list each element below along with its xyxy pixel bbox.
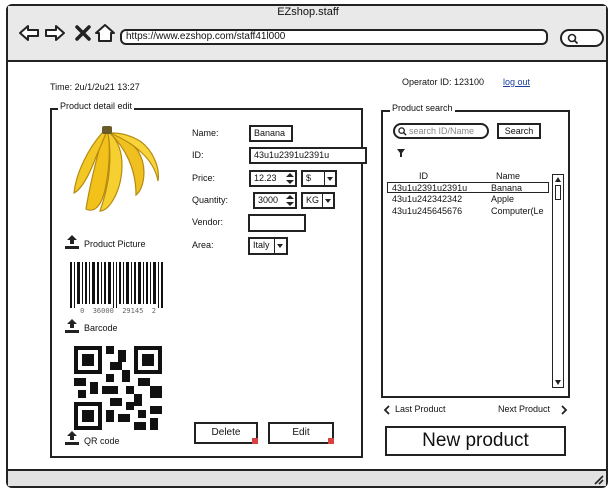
scroll-down-icon[interactable]: [554, 378, 562, 386]
row-name: Banana: [491, 183, 523, 193]
vendor-field[interactable]: [248, 214, 306, 232]
row-id: 43u1u2391u2391u: [392, 183, 468, 193]
resize-grip-icon[interactable]: [592, 473, 604, 485]
next-product-link[interactable]: Next Product: [498, 404, 550, 414]
edit-button-label: Edit: [292, 427, 310, 438]
results-scrollbar[interactable]: [552, 174, 564, 388]
chevron-right-icon[interactable]: [560, 405, 568, 415]
url-text: https://www.ezshop.com/staff41l000: [126, 31, 286, 42]
row-name: Apple: [491, 194, 515, 204]
operator-id: Operator ID: 123100: [402, 77, 485, 87]
qr-code-image: [74, 346, 162, 430]
search-icon: [567, 33, 579, 45]
search-button-label: Search: [504, 126, 534, 136]
vendor-label: Vendor:: [192, 217, 224, 227]
scrollbar-thumb[interactable]: [555, 185, 561, 200]
area-value: Italy: [253, 240, 270, 250]
upload-icon[interactable]: [64, 430, 80, 446]
column-header-name: Name: [496, 171, 521, 181]
unit-value: KG: [306, 195, 320, 205]
chevron-down-icon[interactable]: [324, 171, 336, 186]
upload-icon[interactable]: [64, 318, 80, 334]
window-title: EZshop.staff: [277, 6, 339, 18]
search-placeholder: search ID/Name: [409, 126, 475, 136]
search-icon: [398, 127, 407, 136]
chevron-left-icon[interactable]: [383, 405, 391, 415]
row-id: 43u1u242342342: [392, 194, 463, 204]
delete-button[interactable]: Delete: [194, 422, 258, 444]
id-field[interactable]: 43u1u2391u2391u: [249, 147, 367, 164]
home-icon[interactable]: [94, 22, 116, 44]
chevron-down-icon[interactable]: [322, 193, 334, 208]
quantity-label: Quantity:: [192, 195, 229, 205]
search-button[interactable]: Search: [497, 123, 541, 139]
name-label: Name:: [192, 128, 219, 138]
new-product-button[interactable]: New product: [385, 426, 566, 456]
upload-icon[interactable]: [64, 234, 80, 250]
price-label: Price:: [192, 173, 216, 183]
row-id: 43u1u245645676: [392, 206, 463, 216]
column-header-id: ID: [419, 171, 428, 181]
barcode-number: 0 36000 29145 2: [80, 307, 156, 315]
status-bar: [8, 469, 606, 486]
edit-button-marker: [328, 438, 334, 444]
back-arrow-icon[interactable]: [18, 22, 40, 44]
browser-search-button[interactable]: [560, 29, 604, 47]
quantity-value: 3000: [258, 195, 279, 205]
forward-arrow-icon[interactable]: [44, 22, 66, 44]
time-label: Time: 2u/1/2u21 13:27: [50, 82, 140, 92]
currency-value: $: [306, 173, 312, 183]
filter-icon[interactable]: [396, 148, 406, 158]
id-label: ID:: [192, 150, 204, 160]
product-detail-legend: Product detail edit: [58, 101, 135, 111]
new-product-button-label: New product: [422, 430, 529, 451]
row-name: Computer(Le: [491, 207, 544, 216]
logout-link[interactable]: log out: [503, 77, 530, 87]
product-search-legend: Product search: [390, 103, 455, 113]
product-search-panel: [381, 110, 570, 398]
quantity-stepper-icon[interactable]: [285, 194, 295, 207]
barcode-label: Barcode: [84, 323, 118, 333]
chevron-down-icon[interactable]: [274, 238, 286, 254]
delete-button-label: Delete: [211, 427, 241, 438]
edit-button[interactable]: Edit: [268, 422, 334, 444]
name-field[interactable]: Banana: [249, 125, 293, 142]
product-picture-label: Product Picture: [84, 239, 146, 249]
close-icon[interactable]: [72, 22, 94, 44]
delete-button-marker: [252, 438, 258, 444]
product-search-input[interactable]: search ID/Name: [393, 123, 489, 139]
url-bar[interactable]: https://www.ezshop.com/staff41l000: [120, 29, 548, 45]
last-product-link[interactable]: Last Product: [395, 404, 446, 414]
price-value: 12.23: [254, 173, 277, 183]
qr-code-label: QR code: [84, 436, 120, 446]
area-label: Area:: [192, 240, 214, 250]
price-stepper-icon[interactable]: [285, 172, 295, 185]
scroll-up-icon[interactable]: [554, 176, 562, 184]
product-picture: [73, 126, 159, 212]
